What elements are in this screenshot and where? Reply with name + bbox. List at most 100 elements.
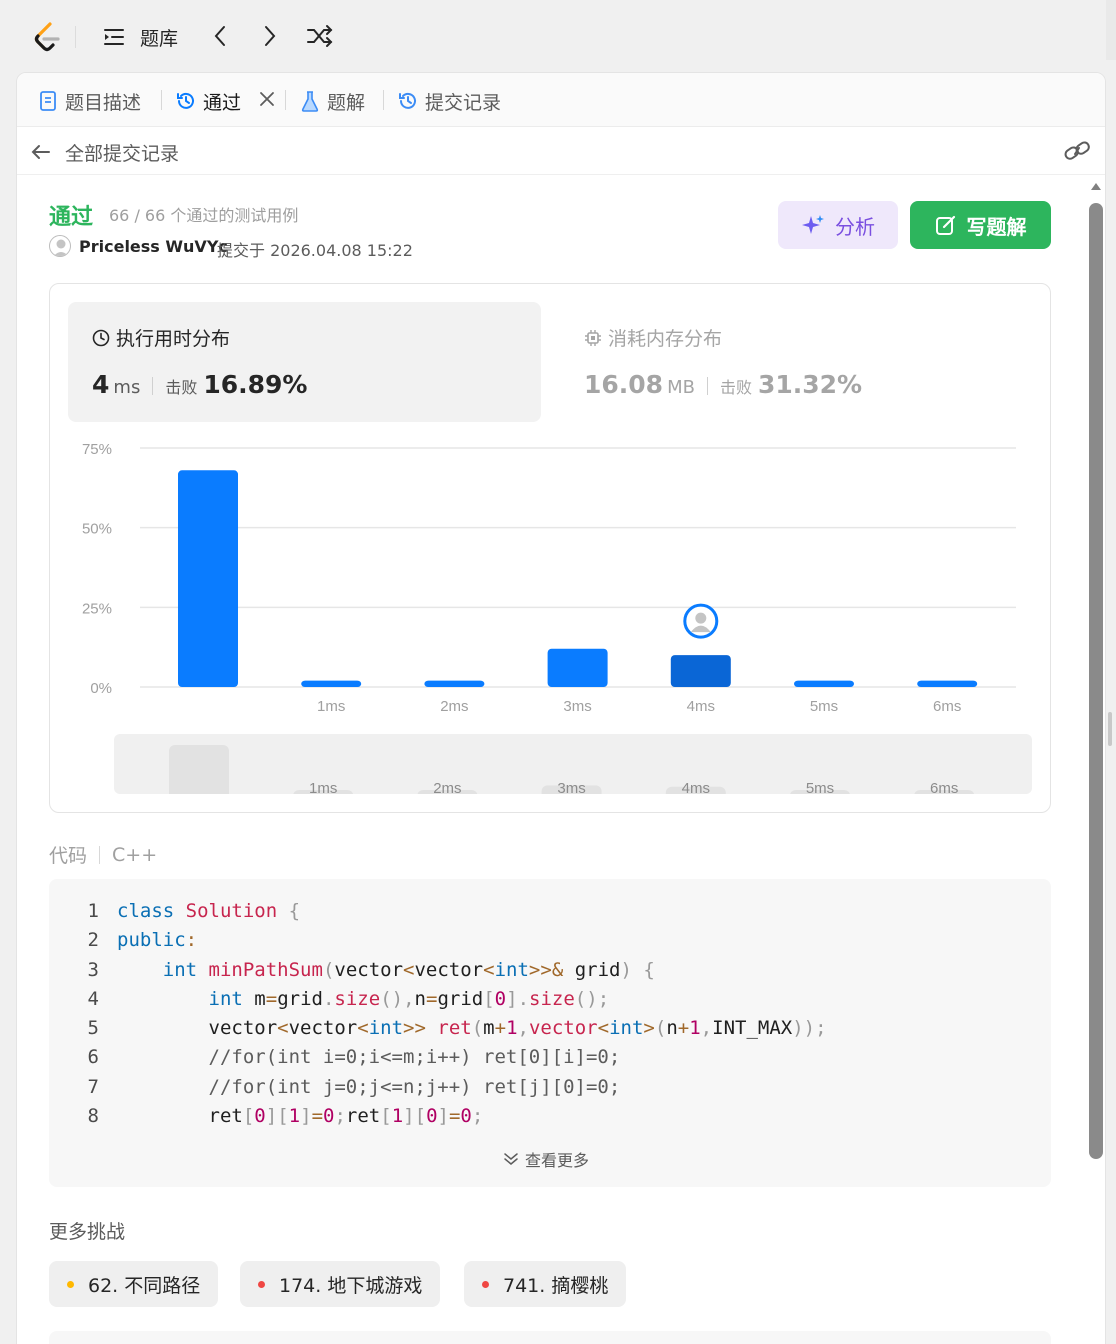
runtime-distribution-chart: 0% 25% 50% 75% 1ms 2ms 3ms 4ms 5ms 6ms: [70, 434, 1030, 715]
code-line: 7 //for(int j=0;j<=n;j++) ret[j][0]=0;: [49, 1073, 827, 1102]
panel-scrollbar[interactable]: [1089, 203, 1103, 1159]
difficulty-dot: [482, 1280, 489, 1288]
all-submissions-link[interactable]: 全部提交记录: [65, 139, 179, 166]
runtime-beat: 16.89%: [203, 370, 308, 399]
tab-divider: [383, 90, 384, 110]
user-icon: [695, 612, 707, 624]
mini-chart-bar: [169, 745, 229, 794]
x-tick-label: 1ms: [317, 698, 345, 715]
code-text: vector<vector<int>> ret(m+1,vector<int>(…: [208, 1017, 827, 1040]
test-cases-passed: 66 / 66 个通过的测试用例: [109, 206, 299, 225]
history-icon: [399, 92, 416, 109]
code-text: class Solution {: [117, 900, 301, 922]
tab-accepted-label: 通过: [203, 91, 242, 114]
code-block[interactable]: 1 class Solution { 2 public: 3 int minPathSu…: [49, 879, 1051, 1187]
memory-beat: 31.32%: [757, 370, 863, 399]
runtime-unit: ms: [113, 377, 141, 398]
tab-solutions-label: 题解: [327, 91, 366, 114]
code-line: 3 int minPathSum(vector<vector<int>>& gr…: [49, 956, 827, 985]
next-section: [49, 1331, 1051, 1344]
code-lines: 1 class Solution { 2 public: 3 int minPathSu…: [49, 897, 827, 1131]
line-number: 1: [87, 900, 99, 922]
edit-icon: [935, 215, 955, 235]
submission-card: 题目描述 通过 题解 提交记录 全部提交记录 通过 66 / 66 个通过的测试…: [16, 72, 1106, 1344]
nav-divider: [75, 26, 76, 48]
nav-title[interactable]: 题库: [140, 24, 178, 51]
mini-x-label: 3ms: [557, 780, 585, 794]
code-header-divider: [99, 845, 101, 864]
memory-title-label: 消耗内存分布: [608, 328, 723, 350]
difficulty-dot: [258, 1280, 265, 1288]
leetcode-logo[interactable]: [30, 20, 64, 54]
chart-bar: [670, 655, 731, 687]
chart-bar: [547, 648, 608, 687]
x-tick-label: 4ms: [687, 698, 715, 715]
tab-submissions[interactable]: 提交记录: [397, 87, 501, 115]
tab-bar: 题目描述 通过 题解 提交记录: [17, 73, 1105, 127]
code-header: 代码 C++: [49, 841, 157, 868]
challenge-chip[interactable]: 62. 不同路径: [49, 1261, 219, 1307]
see-more-label: 查看更多: [525, 1151, 590, 1170]
memory-value: 16.08: [584, 370, 664, 399]
y-tick-label: 50%: [82, 521, 112, 538]
problem-list-icon[interactable]: [102, 26, 126, 48]
code-line: 6 //for(int i=0;i<=m;i++) ret[0][i]=0;: [49, 1043, 827, 1072]
next-icon[interactable]: [260, 24, 280, 48]
tab-accepted[interactable]: 通过: [175, 87, 241, 115]
link-icon[interactable]: [1063, 139, 1091, 163]
shuffle-icon[interactable]: [306, 24, 334, 48]
back-arrow-icon[interactable]: [29, 141, 53, 163]
runtime-title: 执行用时分布: [92, 324, 230, 351]
code-line: 5 vector<vector<int>> ret(m+1,vector<int…: [49, 1014, 827, 1043]
chart-bar: [301, 680, 362, 687]
submissions-header: 全部提交记录: [17, 127, 1105, 175]
top-nav: 题库: [0, 0, 1116, 72]
tab-divider: [161, 90, 162, 110]
code-line: 1 class Solution {: [49, 897, 827, 926]
chart-range-slider[interactable]: 1ms 2ms 3ms 4ms 5ms 6ms: [114, 734, 1032, 794]
author-name[interactable]: Priceless WuVYc: [79, 237, 228, 256]
x-tick-label: 3ms: [563, 698, 591, 715]
analyze-button[interactable]: 分析: [778, 201, 898, 249]
challenge-chip[interactable]: 741. 摘樱桃: [464, 1261, 627, 1307]
analyze-label: 分析: [835, 214, 875, 239]
x-tick-label: 6ms: [933, 698, 961, 715]
mini-chart-svg: 1ms 2ms 3ms 4ms 5ms 6ms: [169, 745, 975, 794]
code-text: //for(int j=0;j<=n;j++) ret[j][0]=0;: [117, 1075, 621, 1098]
memory-unit: MB: [667, 377, 695, 398]
y-tick-label: 25%: [82, 600, 112, 617]
challenge-label: 741. 摘樱桃: [503, 1274, 609, 1297]
difficulty-dot: [67, 1280, 74, 1288]
line-number: 5: [87, 1017, 99, 1040]
tab-submissions-label: 提交记录: [425, 91, 502, 114]
submission-time: 提交于 2026.04.08 15:22: [217, 241, 413, 260]
avatar[interactable]: [49, 235, 71, 257]
challenge-chip[interactable]: 174. 地下城游戏: [240, 1261, 441, 1307]
mini-x-label: 6ms: [930, 780, 958, 794]
code-line: 2 public:: [49, 926, 827, 955]
previous-icon[interactable]: [210, 24, 230, 48]
window-scroll-track: [1106, 0, 1116, 60]
window-scrollbar[interactable]: [1108, 712, 1112, 746]
runtime-value: 4: [92, 370, 110, 399]
tab-description[interactable]: 题目描述: [37, 87, 141, 115]
scroll-up-arrow[interactable]: [1091, 183, 1101, 190]
memory-value-row: 16.08 MB 击败 31.32%: [584, 370, 862, 399]
runtime-beat-label: 击败: [165, 378, 198, 397]
code-language: C++: [112, 843, 158, 866]
line-number: 6: [87, 1046, 99, 1069]
tab-description-label: 题目描述: [65, 91, 142, 114]
write-solution-label: 写题解: [966, 214, 1027, 239]
code-text: public:: [117, 929, 198, 952]
mini-x-label: 4ms: [682, 780, 710, 794]
close-icon[interactable]: [257, 89, 277, 109]
see-more-button[interactable]: 查看更多: [503, 1147, 589, 1171]
clock-icon: [92, 329, 110, 346]
runtime-stat[interactable]: 执行用时分布 4 ms 击败 16.89%: [68, 302, 541, 422]
write-solution-button[interactable]: 写题解: [910, 201, 1051, 249]
submission-status: 通过: [49, 205, 94, 230]
runtime-value-row: 4 ms 击败 16.89%: [92, 370, 307, 399]
mini-x-label: 2ms: [433, 780, 461, 794]
tab-solutions[interactable]: 题解: [299, 87, 365, 115]
memory-stat[interactable]: 消耗内存分布 16.08 MB 击败 31.32%: [560, 302, 1033, 422]
